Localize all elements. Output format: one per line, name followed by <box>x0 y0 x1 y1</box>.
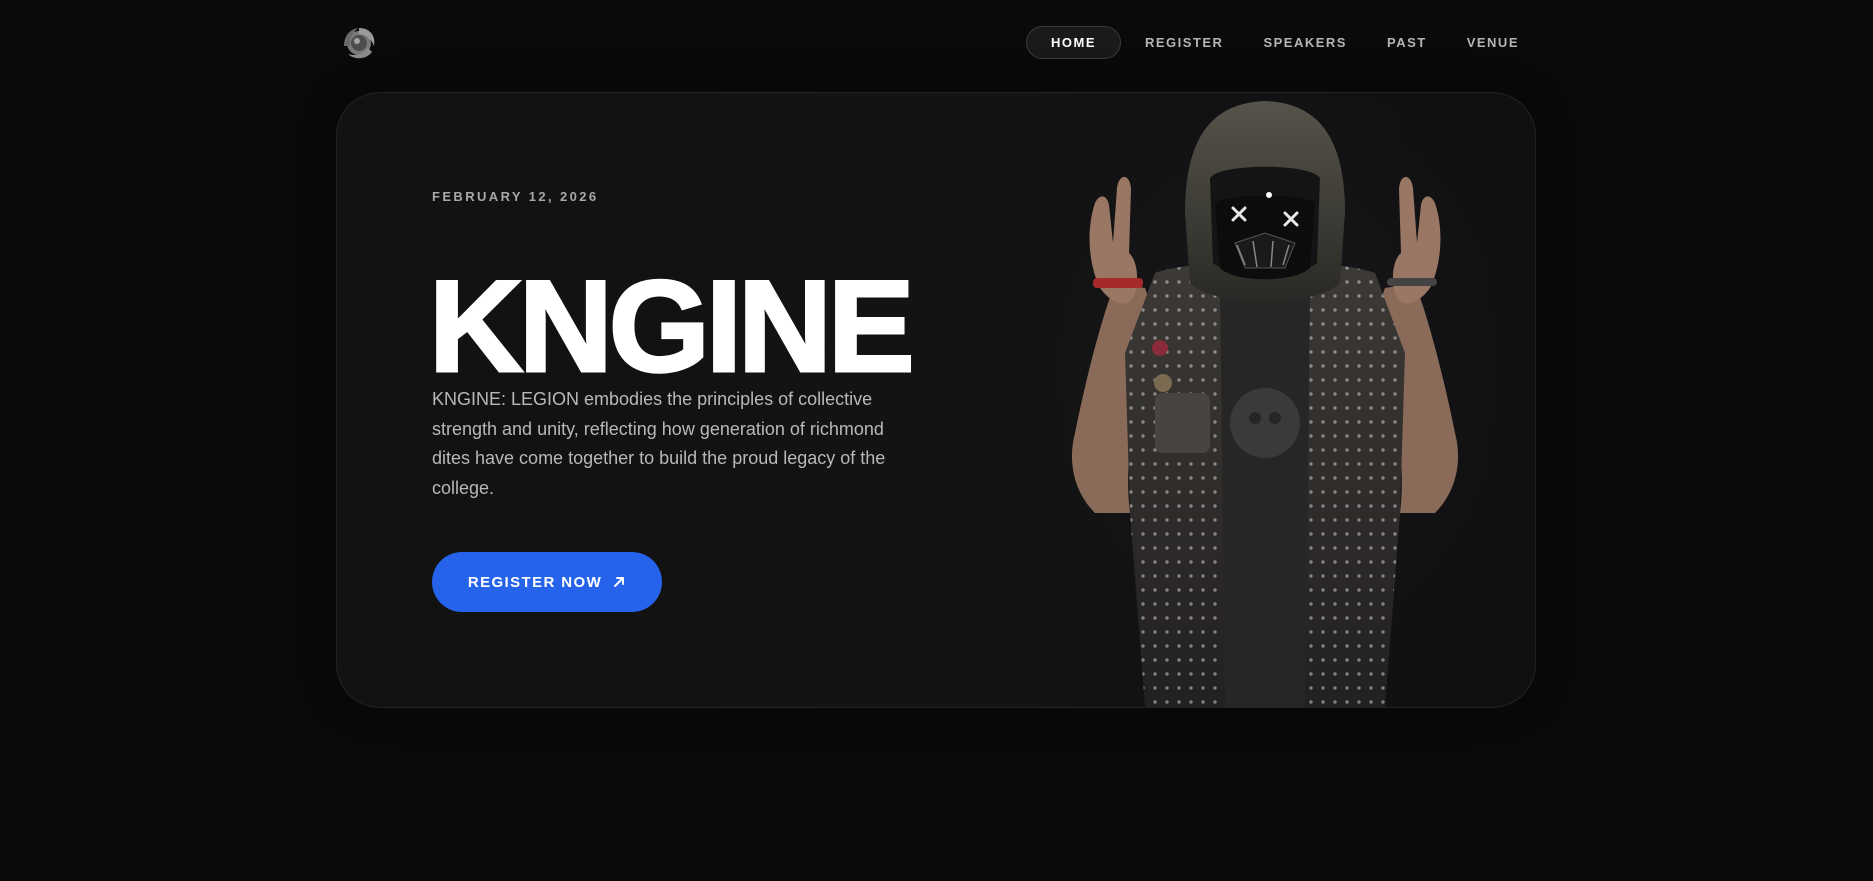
brand-logo[interactable] <box>338 22 380 64</box>
nav-venue[interactable]: VENUE <box>1447 27 1535 59</box>
nav-past[interactable]: PAST <box>1367 27 1447 59</box>
nav-register[interactable]: REGISTER <box>1125 27 1243 59</box>
register-now-label: REGISTER NOW <box>467 573 603 591</box>
register-now-button[interactable]: REGISTER NOW <box>432 552 662 612</box>
hero-title: KNGINE <box>428 253 917 399</box>
page: HOME REGISTER SPEAKERS PAST VENUE FEBRUA… <box>0 0 1873 881</box>
nav-home[interactable]: HOME <box>1025 26 1121 59</box>
hero-card: FEBRUARY 12, 2026 KNGINE KNGINE: LEGION … <box>336 92 1536 708</box>
hero-description: KNGINE: LEGION embodies the principles o… <box>432 389 886 498</box>
main-nav: HOME REGISTER SPEAKERS PAST VENUE <box>1025 26 1535 59</box>
nav-speakers[interactable]: SPEAKERS <box>1243 27 1367 59</box>
event-date: FEBRUARY 12, 2026 <box>432 189 599 204</box>
hero-character-image <box>1005 93 1525 707</box>
spiral-globe-logo-icon <box>344 28 375 59</box>
arrow-up-right-icon <box>614 577 625 587</box>
